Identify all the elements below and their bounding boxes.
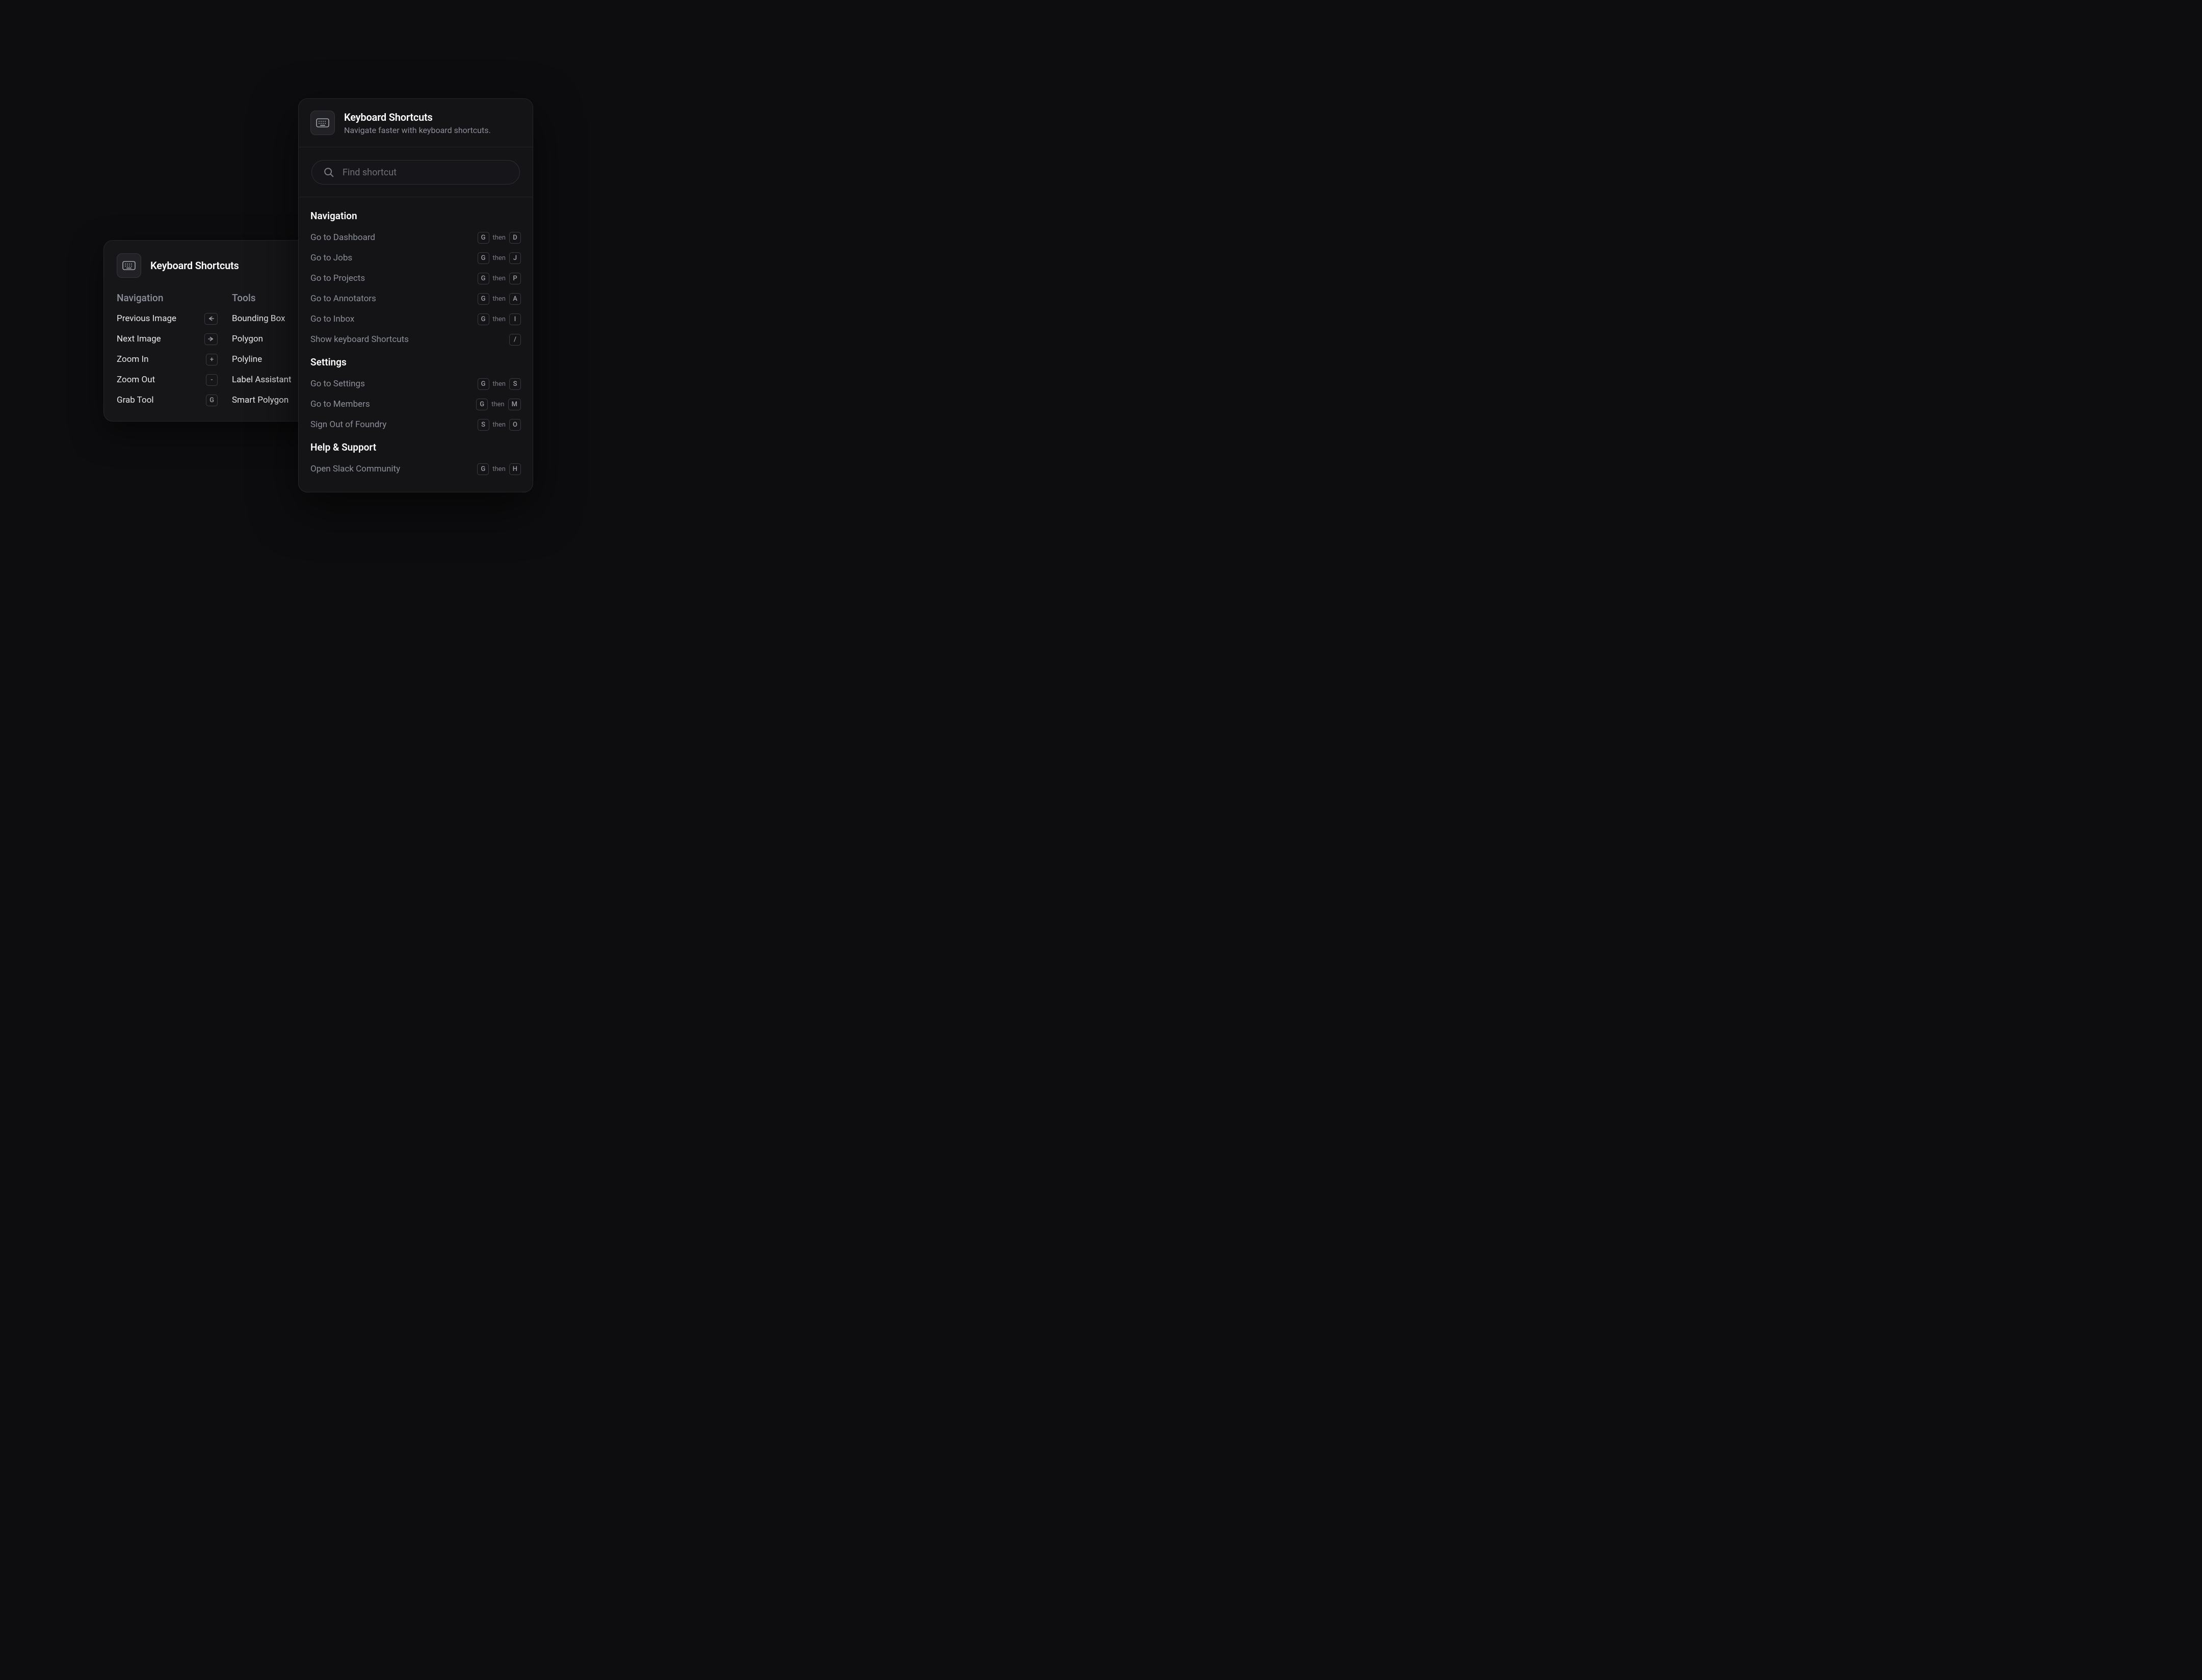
panel-header: Keyboard Shortcuts Navigate faster with … <box>299 99 533 147</box>
shortcut-row: Show keyboard Shortcuts / <box>310 332 521 347</box>
shortcut-label: Go to Members <box>310 399 370 409</box>
key-badge: G <box>206 395 218 406</box>
shortcut-label: Zoom In <box>117 354 149 364</box>
shortcut-label: Bounding Box <box>232 313 285 324</box>
shortcut-keys: G then P <box>478 273 521 284</box>
search-box[interactable] <box>311 160 520 185</box>
shortcut-keys: G then D <box>478 232 521 244</box>
shortcut-keys: G then M <box>476 399 521 410</box>
shortcut-label: Open Slack Community <box>310 464 400 474</box>
shortcut-label: Go to Projects <box>310 273 365 283</box>
shortcut-keys: G then J <box>478 252 521 264</box>
key-badge: P <box>509 273 521 284</box>
shortcut-row: Zoom Out - <box>117 374 218 385</box>
shortcut-row: Go to Inbox G then I <box>310 311 521 327</box>
shortcut-label: Label Assistant <box>232 375 292 385</box>
shortcuts-list: Navigation Go to Dashboard G then D Go t… <box>299 197 533 492</box>
then-label: then <box>493 275 506 282</box>
key-badge: / <box>509 334 521 346</box>
key-badge: + <box>206 354 218 365</box>
key-badge: A <box>509 293 521 305</box>
panel-title: Keyboard Shortcuts <box>150 259 239 272</box>
shortcut-row: Go to Settings G then S <box>310 376 521 391</box>
shortcut-row: Grab Tool G <box>117 395 218 406</box>
panel-title: Keyboard Shortcuts <box>344 111 491 123</box>
shortcut-row: Zoom In + <box>117 354 218 365</box>
shortcut-label: Go to Dashboard <box>310 232 375 243</box>
key-badge <box>204 313 218 325</box>
key-badge: G <box>476 399 488 410</box>
column-title: Navigation <box>117 292 218 304</box>
key-badge: H <box>509 463 521 475</box>
shortcut-row: Sign Out of Foundry S then O <box>310 417 521 432</box>
shortcut-label: Go to Settings <box>310 379 365 389</box>
shortcut-row: Next Image <box>117 333 218 345</box>
section-title: Help & Support <box>310 441 521 453</box>
shortcut-keys: G then I <box>478 313 521 325</box>
search-icon <box>323 167 334 178</box>
shortcut-label: Sign Out of Foundry <box>310 419 386 430</box>
then-label: then <box>493 421 506 429</box>
shortcut-label: Polyline <box>232 354 262 364</box>
shortcut-label: Polygon <box>232 334 263 344</box>
keyboard-icon <box>310 111 335 135</box>
key-badge: O <box>509 419 521 431</box>
shortcut-keys: G then H <box>477 463 521 475</box>
key-badge: S <box>478 419 489 431</box>
then-label: then <box>493 380 506 388</box>
key-badge: G <box>478 273 489 284</box>
shortcut-keys: G then S <box>478 378 521 390</box>
shortcut-label: Go to Annotators <box>310 294 376 304</box>
shortcut-keys: S then O <box>478 419 521 431</box>
shortcut-label: Smart Polygon <box>232 395 289 405</box>
shortcut-keys: G then A <box>478 293 521 305</box>
key-badge: S <box>509 378 521 390</box>
then-label: then <box>493 254 506 262</box>
then-label: then <box>491 401 505 408</box>
key-badge: G <box>478 378 489 390</box>
shortcut-row: Go to Members G then M <box>310 397 521 412</box>
section-title: Settings <box>310 356 521 368</box>
shortcut-row: Go to Dashboard G then D <box>310 230 521 245</box>
shortcut-label: Show keyboard Shortcuts <box>310 334 409 345</box>
key-badge: M <box>508 399 521 410</box>
key-badge: G <box>478 232 489 244</box>
shortcut-label: Grab Tool <box>117 395 154 405</box>
shortcut-label: Go to Inbox <box>310 314 354 324</box>
shortcut-label: Previous Image <box>117 313 176 324</box>
key-badge: D <box>509 232 521 244</box>
then-label: then <box>493 234 506 242</box>
shortcut-row: Go to Annotators G then A <box>310 291 521 306</box>
section-title: Navigation <box>310 210 521 222</box>
key-badge: J <box>509 252 521 264</box>
shortcut-label: Next Image <box>117 334 161 344</box>
shortcut-row: Go to Projects G then P <box>310 271 521 286</box>
key-badge: G <box>478 252 489 264</box>
shortcut-keys: / <box>509 334 521 346</box>
shortcut-row: Go to Jobs G then J <box>310 250 521 266</box>
shortcut-row: Previous Image <box>117 313 218 324</box>
then-label: then <box>493 316 506 323</box>
shortcut-row: Open Slack Community G then H <box>310 461 521 477</box>
key-badge: G <box>478 313 489 325</box>
key-badge <box>204 333 218 345</box>
panel-subtitle: Navigate faster with keyboard shortcuts. <box>344 125 491 135</box>
then-label: then <box>493 295 506 303</box>
search-input[interactable] <box>343 167 508 178</box>
key-badge: G <box>478 293 489 305</box>
keyboard-icon <box>117 253 141 278</box>
then-label: then <box>492 465 506 473</box>
shortcuts-panel-expanded: Keyboard Shortcuts Navigate faster with … <box>298 98 533 492</box>
key-badge: I <box>509 313 521 325</box>
key-badge: - <box>206 374 218 386</box>
key-badge: G <box>477 463 489 475</box>
column-navigation: Navigation Previous Image Next Image Zoo… <box>117 292 218 406</box>
shortcut-label: Zoom Out <box>117 375 155 385</box>
shortcut-label: Go to Jobs <box>310 253 352 263</box>
